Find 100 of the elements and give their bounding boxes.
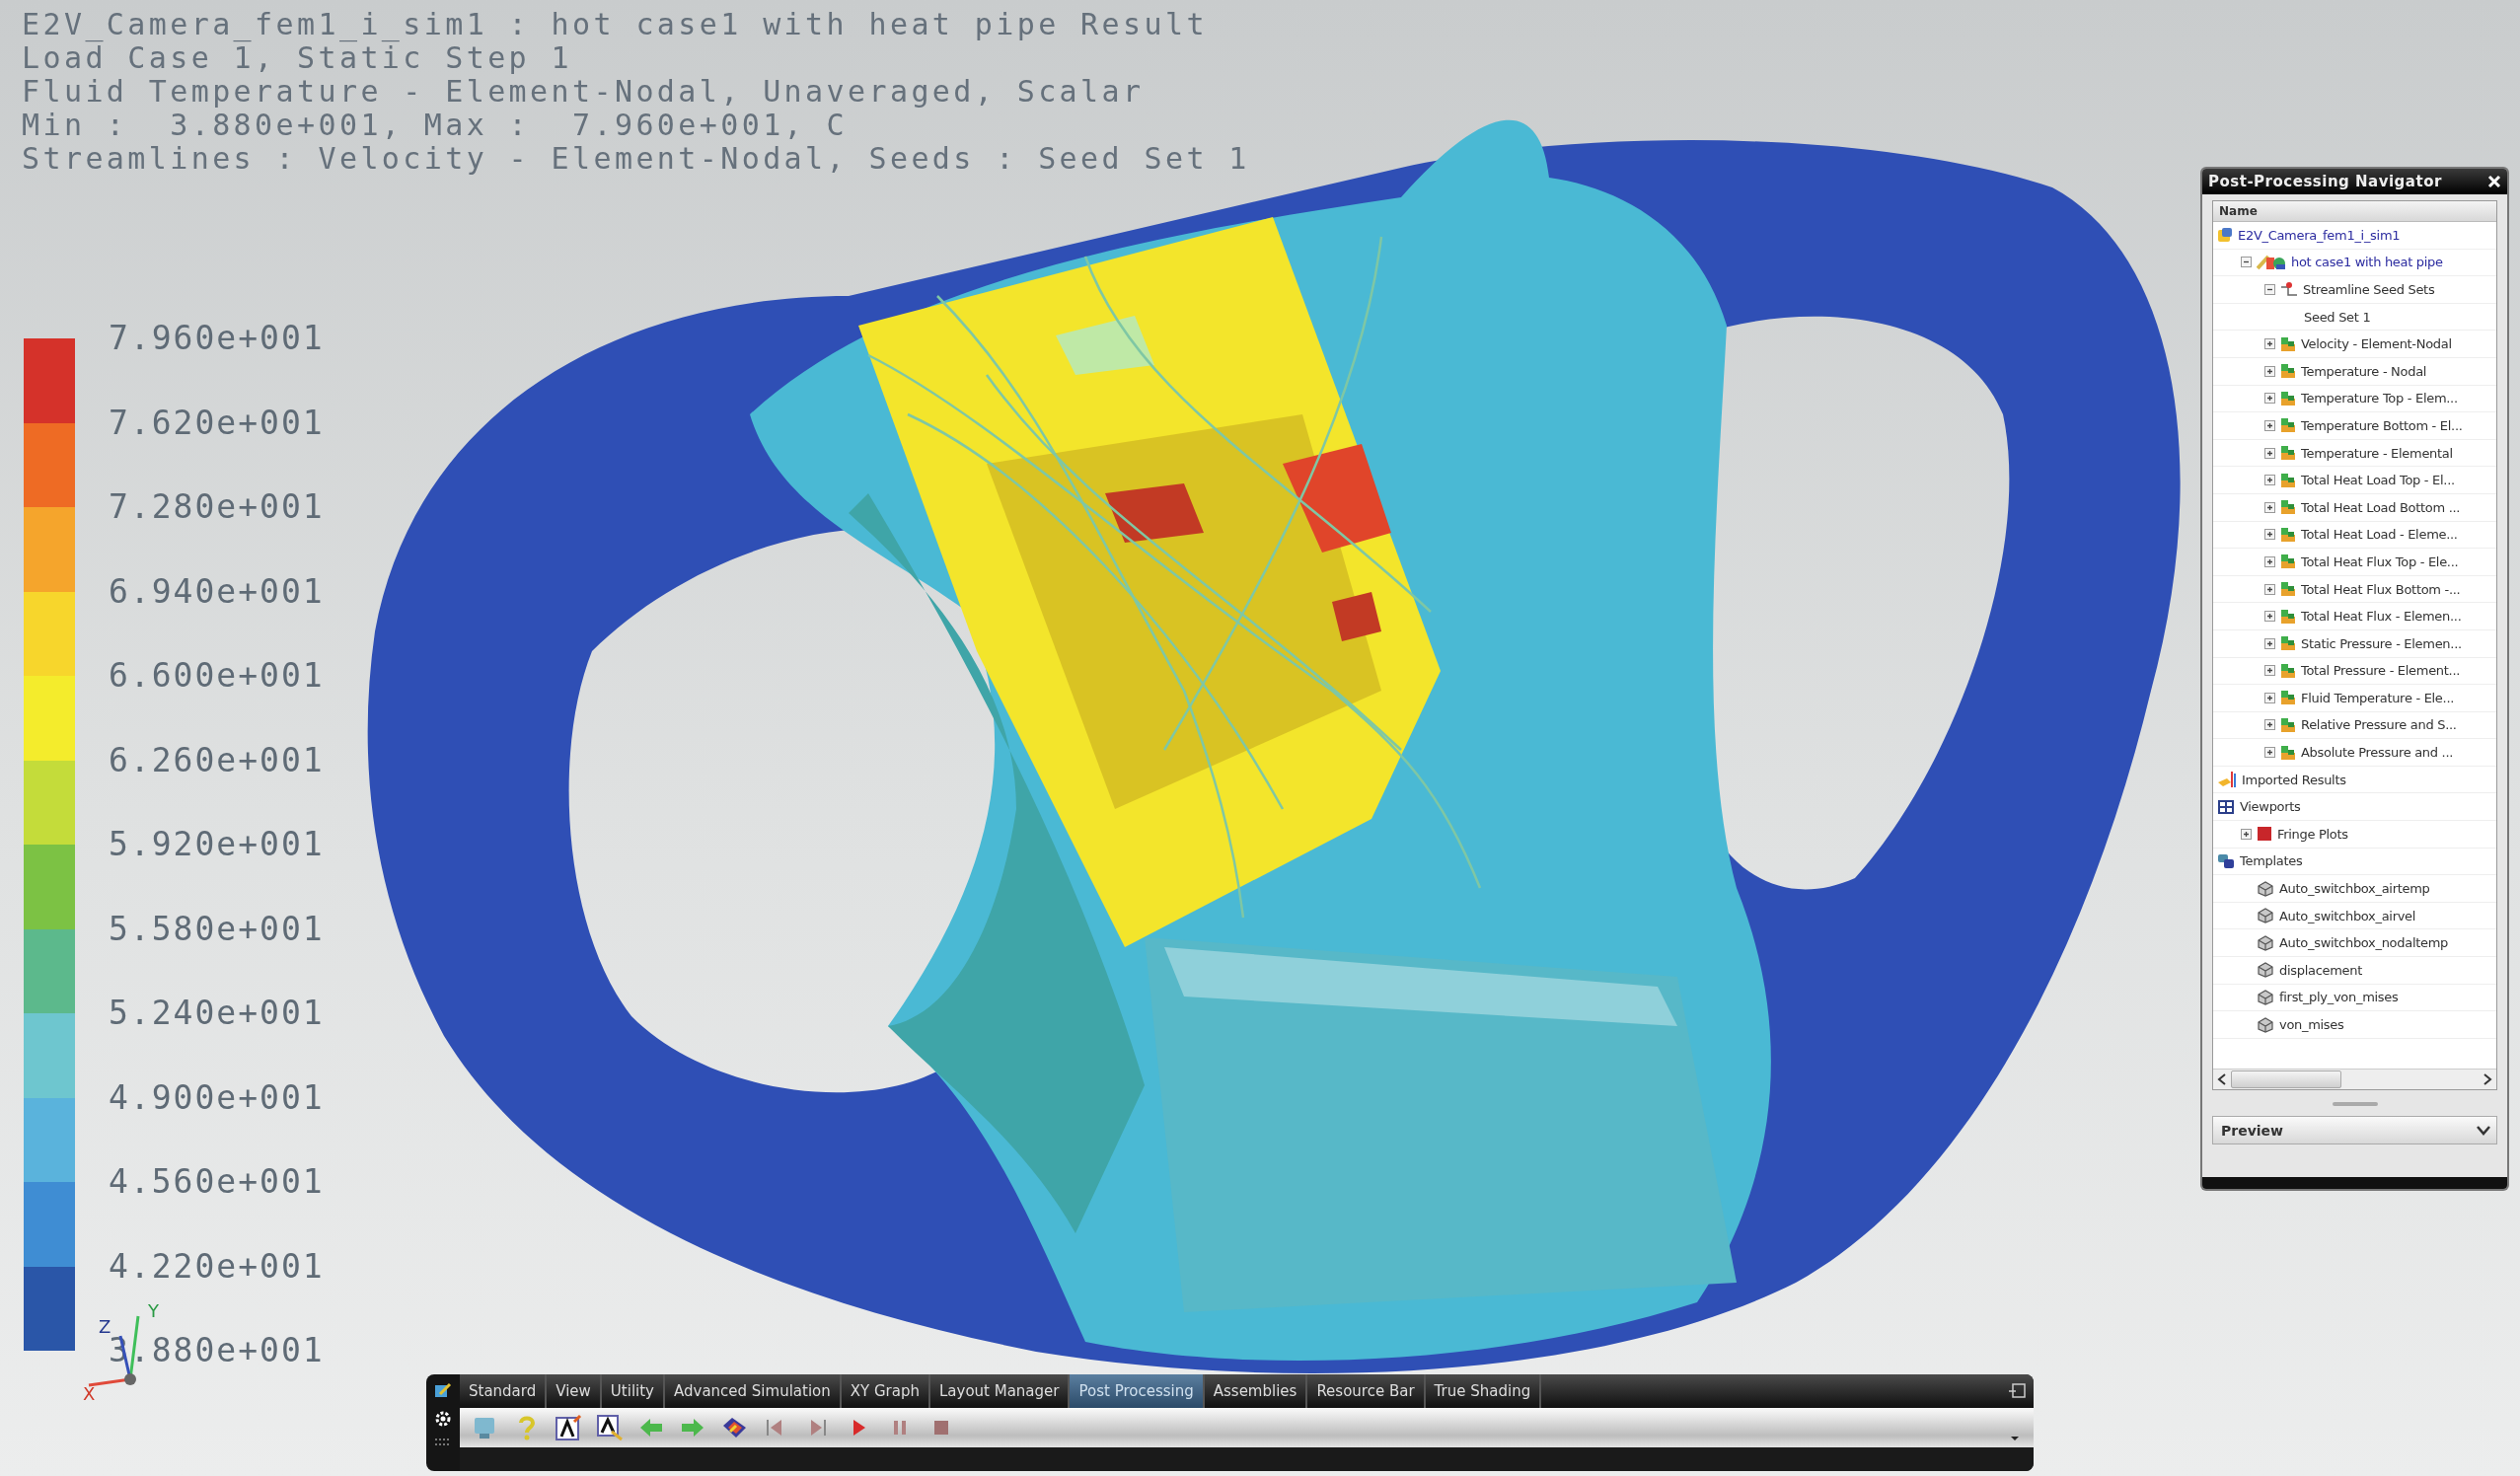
tree-item[interactable]: Temperature - Nodal — [2213, 357, 2496, 386]
expand-icon[interactable] — [2264, 555, 2275, 567]
expand-icon[interactable] — [2264, 501, 2275, 513]
legend-value: 4.560e+001 — [109, 1161, 325, 1203]
tree-item[interactable]: Total Heat Load - Eleme... — [2213, 521, 2496, 550]
expand-icon[interactable] — [2264, 447, 2275, 459]
legend-value: 7.280e+001 — [109, 486, 325, 528]
legend-value: 6.600e+001 — [109, 655, 325, 697]
expand-icon[interactable] — [2264, 365, 2275, 377]
tree-item[interactable]: von_mises — [2213, 1011, 2496, 1039]
result-icon — [2280, 417, 2296, 434]
viewports-icon — [2217, 798, 2235, 815]
tree-item[interactable]: Streamline Seed Sets — [2213, 276, 2496, 304]
splitter-handle[interactable] — [2332, 1102, 2378, 1106]
expand-icon[interactable] — [2264, 583, 2275, 595]
template-icon — [2257, 989, 2274, 1005]
annotation-icon[interactable] — [555, 1414, 582, 1441]
tree-item[interactable]: Auto_switchbox_nodaltemp — [2213, 929, 2496, 958]
tree-item[interactable]: Viewports — [2213, 793, 2496, 822]
expand-icon[interactable] — [2264, 529, 2275, 541]
expand-icon[interactable] — [2264, 719, 2275, 731]
tree-item[interactable]: Total Heat Flux Bottom -... — [2213, 575, 2496, 604]
tree-item[interactable]: Relative Pressure and S... — [2213, 711, 2496, 740]
label-icon[interactable] — [596, 1414, 624, 1441]
tree-item[interactable]: Fringe Plots — [2213, 821, 2496, 849]
tree-item[interactable]: Imported Results — [2213, 766, 2496, 794]
panel-title: Post-Processing Navigator — [2208, 173, 2442, 190]
tree-item[interactable]: Templates — [2213, 848, 2496, 876]
expand-icon[interactable] — [2264, 665, 2275, 677]
tree-item[interactable]: Velocity - Element-Nodal — [2213, 331, 2496, 358]
result-info-text: Fluid Temperature - Element-Nodal, Unaveraged, Scalar — [22, 75, 1145, 109]
legend-value: 4.220e+001 — [109, 1245, 325, 1288]
expand-icon[interactable] — [2264, 475, 2275, 486]
templates-icon — [2217, 852, 2235, 869]
collapse-icon[interactable] — [2264, 284, 2275, 295]
legend-value: 6.260e+001 — [109, 739, 325, 781]
template-icon — [2257, 880, 2274, 897]
result-info-text: E2V_Camera_fem1_i_sim1 : hot case1 with heat pipe Result — [22, 8, 1208, 41]
tree-item[interactable]: Total Heat Flux - Elemen... — [2213, 603, 2496, 630]
fringe-plot-icon — [2257, 826, 2272, 843]
expand-icon[interactable] — [2264, 637, 2275, 649]
tree-item[interactable]: Seed Set 1 — [2213, 303, 2496, 332]
legend-value: 7.960e+001 — [109, 318, 325, 359]
result-info-text: Min : 3.880e+001, Max : 7.960e+001, C — [22, 109, 848, 142]
chevron-down-icon[interactable] — [2477, 1125, 2490, 1136]
tree-item[interactable]: Total Heat Load Top - El... — [2213, 467, 2496, 494]
tree-item[interactable]: Static Pressure - Elemen... — [2213, 629, 2496, 658]
section-label: Preview — [2221, 1122, 2283, 1139]
result-icon — [2280, 445, 2296, 462]
tree-item[interactable]: Auto_switchbox_airtemp — [2213, 875, 2496, 903]
result-icon — [2280, 526, 2296, 543]
tree-item[interactable]: Total Heat Load Bottom ... — [2213, 493, 2496, 522]
tree-item[interactable]: displacement — [2213, 957, 2496, 985]
solution-icon — [2257, 254, 2286, 270]
expand-icon[interactable] — [2264, 747, 2275, 759]
horizontal-scrollbar[interactable] — [2213, 1069, 2496, 1089]
template-icon — [2257, 934, 2274, 951]
result-icon — [2280, 608, 2296, 625]
expand-icon[interactable] — [2264, 419, 2275, 431]
tree-item[interactable]: Temperature - Elemental — [2213, 439, 2496, 468]
template-icon — [2257, 962, 2274, 979]
simulation-icon — [2217, 227, 2233, 244]
result-icon — [2280, 363, 2296, 380]
close-icon[interactable] — [2487, 175, 2501, 188]
collapse-icon[interactable] — [2241, 257, 2252, 268]
tree-item[interactable]: Temperature Top - Elem... — [2213, 385, 2496, 413]
result-icon — [2280, 690, 2296, 706]
template-icon — [2257, 1016, 2274, 1033]
tree-item[interactable]: Temperature Bottom - El... — [2213, 412, 2496, 440]
tree-item[interactable]: Total Pressure - Element... — [2213, 657, 2496, 686]
result-icon — [2280, 499, 2296, 516]
result-icon — [2280, 390, 2296, 406]
tree-item[interactable]: first_ply_von_mises — [2213, 984, 2496, 1012]
grip-icon[interactable] — [434, 1438, 452, 1447]
expand-icon[interactable] — [2241, 828, 2252, 840]
legend-value: 6.940e+001 — [109, 570, 325, 613]
axis-label: X — [83, 1385, 96, 1403]
tree-item[interactable]: Auto_switchbox_airvel — [2213, 902, 2496, 930]
expand-icon[interactable] — [2264, 338, 2275, 350]
result-info-text: Load Case 1, Static Step 1 — [22, 41, 572, 75]
result-icon — [2280, 744, 2296, 761]
tree-item[interactable]: Absolute Pressure and ... — [2213, 739, 2496, 767]
legend-value: 5.920e+001 — [109, 824, 325, 865]
expand-icon[interactable] — [2264, 393, 2275, 405]
axis-label: Z — [99, 1318, 111, 1336]
legend-value: 5.580e+001 — [109, 908, 325, 950]
app-icon[interactable] — [434, 1382, 452, 1400]
settings-icon[interactable] — [434, 1410, 452, 1428]
tree-item[interactable]: Fluid Temperature - Ele... — [2213, 685, 2496, 712]
scrollbar-thumb[interactable] — [2231, 1070, 2341, 1088]
axis-label: Y — [148, 1302, 159, 1320]
legend-value: 5.240e+001 — [109, 993, 325, 1034]
expand-icon[interactable] — [2264, 692, 2275, 703]
toolbar-tab[interactable]: Post Processing — [1070, 1374, 1205, 1408]
tree-item[interactable]: Total Heat Flux Top - Ele... — [2213, 549, 2496, 576]
preview-section-header[interactable]: Preview — [2212, 1116, 2497, 1144]
expand-icon[interactable] — [2264, 611, 2275, 623]
tree-item[interactable]: hot case1 with heat pipe — [2213, 249, 2496, 277]
result-icon — [2280, 717, 2296, 733]
tree-item[interactable]: E2V_Camera_fem1_i_sim1 — [2213, 222, 2496, 250]
